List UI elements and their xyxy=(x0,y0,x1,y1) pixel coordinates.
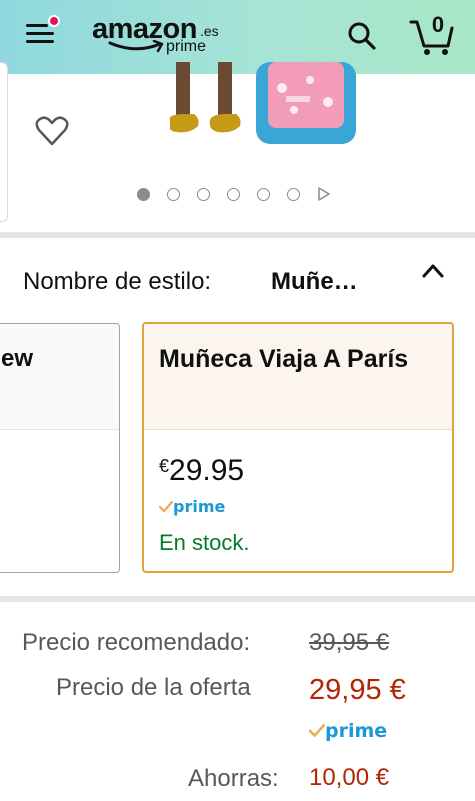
option-header xyxy=(144,324,452,430)
style-name-value[interactable]: Muñe… xyxy=(271,267,358,297)
carousel-dot[interactable] xyxy=(287,187,300,201)
section-divider xyxy=(0,232,475,238)
option-price: €29.95 xyxy=(159,449,244,493)
carousel-dot[interactable] xyxy=(257,187,270,201)
prime-text: prime xyxy=(325,720,388,742)
stock-status: En stock. xyxy=(159,530,250,555)
prime-badge[interactable]: prime xyxy=(309,720,387,742)
prime-check-icon xyxy=(309,724,325,737)
style-name-label: Nombre de estilo: xyxy=(23,268,212,295)
image-card-edge xyxy=(0,62,8,222)
section-divider xyxy=(0,596,475,602)
prime-check-icon xyxy=(159,500,173,512)
carousel-dot[interactable] xyxy=(137,187,150,201)
wishlist-heart-icon[interactable] xyxy=(35,115,69,147)
image-carousel-dots[interactable] xyxy=(137,186,331,202)
savings-value: 10,00 € xyxy=(309,764,390,791)
option-title: ew xyxy=(1,345,34,372)
recommended-price-label: Precio recomendado: xyxy=(22,629,251,656)
recommended-price-value: 39,95 € xyxy=(309,629,390,656)
option-title: Muñeca Viaja A París xyxy=(159,345,409,373)
product-image[interactable] xyxy=(170,62,370,152)
prime-badge: prime xyxy=(159,497,225,516)
prime-text: prime xyxy=(173,497,226,516)
offer-price-label: Precio de la oferta xyxy=(56,674,251,701)
video-play-icon[interactable] xyxy=(317,187,331,201)
carousel-dot[interactable] xyxy=(227,187,240,201)
logo-prime: prime xyxy=(166,38,207,55)
option-price-amount: 29.95 xyxy=(169,454,245,487)
style-option-card[interactable]: ew xyxy=(0,323,120,573)
savings-label: Ahorras: xyxy=(188,765,279,792)
amazon-prime-logo[interactable]: amazon .es prime xyxy=(92,12,232,60)
option-price-currency: € xyxy=(159,456,170,476)
carousel-dot[interactable] xyxy=(167,187,180,201)
cart-count: 0 xyxy=(431,12,445,37)
offer-price-value: 29,95 € xyxy=(309,674,406,706)
carousel-dot[interactable] xyxy=(197,187,210,201)
notification-dot xyxy=(48,15,60,27)
style-option-card-selected[interactable]: Muñeca Viaja A París €29.95 prime En sto… xyxy=(142,322,454,573)
option-header xyxy=(0,324,119,430)
cart-button[interactable]: 0 xyxy=(408,12,456,56)
search-icon[interactable] xyxy=(345,19,379,53)
chevron-up-icon[interactable] xyxy=(420,260,446,280)
logo-smile-icon xyxy=(108,40,164,53)
